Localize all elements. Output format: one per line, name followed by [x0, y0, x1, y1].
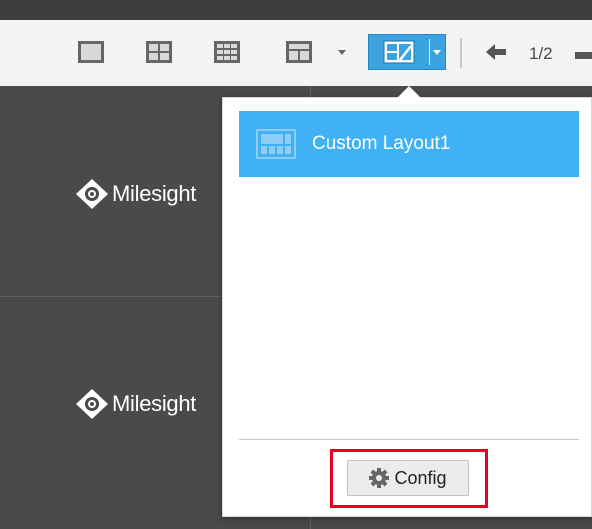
menu-caret [397, 86, 421, 98]
milesight-logo-icon [76, 179, 108, 209]
quad-view-button[interactable] [143, 38, 175, 66]
custom-split-view-icon [286, 41, 312, 63]
quad-view-icon [146, 41, 172, 63]
layout-grid-icon [256, 129, 296, 159]
video-cell-1-logo: Milesight [75, 178, 196, 210]
custom-layout-button[interactable] [368, 34, 446, 70]
video-cell-2-logo: Milesight [75, 388, 196, 420]
brand-name: Milesight [112, 181, 197, 206]
annotation-highlight [330, 449, 488, 508]
arrow-right-icon[interactable] [575, 52, 592, 59]
toolbar-separator [460, 38, 462, 68]
milesight-logo-icon [76, 389, 108, 419]
arrow-left-icon[interactable] [484, 40, 508, 64]
custom-layout-edit-icon [369, 35, 429, 69]
menu-divider [239, 439, 579, 440]
custom-split-view-button[interactable] [283, 38, 315, 66]
brand-name: Milesight [112, 391, 197, 416]
nine-view-button[interactable] [211, 38, 243, 66]
window-top-bar [0, 0, 592, 20]
split-divider [429, 39, 430, 65]
chevron-down-icon[interactable] [433, 50, 441, 55]
single-view-icon [78, 41, 104, 63]
chevron-down-icon[interactable] [338, 50, 346, 55]
nine-view-icon [214, 41, 240, 63]
single-view-button[interactable] [75, 38, 107, 66]
page-indicator: 1/2 [529, 44, 553, 63]
layout-item-label: Custom Layout1 [312, 133, 451, 154]
layout-item-custom-layout1[interactable]: Custom Layout1 [239, 111, 579, 177]
